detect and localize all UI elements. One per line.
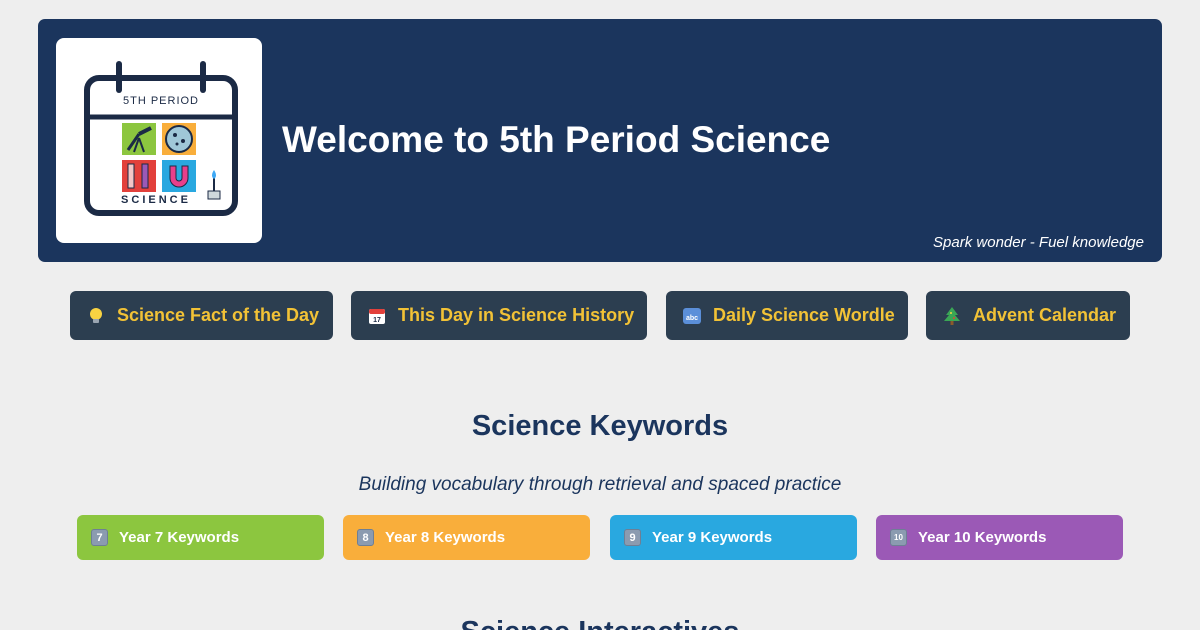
number-10-icon: 10	[890, 529, 907, 546]
calendar-icon: 17	[367, 306, 387, 326]
year-10-keywords-button[interactable]: 10 Year 10 Keywords	[876, 515, 1123, 560]
keywords-section-title: Science Keywords	[471, 410, 729, 442]
year-7-keywords-label: Year 7 Keywords	[119, 529, 240, 546]
calendar-logo-icon: 5TH PERIOD SCIENCE	[84, 61, 238, 216]
year-10-keywords-label: Year 10 Keywords	[918, 529, 1047, 546]
interactives-section-title: Science Interactives	[0, 616, 1200, 630]
page: 5TH PERIOD SCIENCE Welcome to 5th Period…	[0, 0, 1200, 630]
year-9-keywords-label: Year 9 Keywords	[652, 529, 773, 546]
fact-of-the-day-label: Science Fact of the Day	[117, 305, 320, 325]
science-history-label: This Day in Science History	[398, 305, 635, 325]
header-banner: 5TH PERIOD SCIENCE Welcome to 5th Period…	[38, 19, 1162, 262]
science-wordle-label: Daily Science Wordle	[713, 305, 895, 325]
tagline: Spark wonder - Fuel knowledge	[933, 234, 1144, 251]
abc-icon: abc	[682, 306, 702, 326]
number-9-icon: 9	[624, 529, 641, 546]
number-7-icon: 7	[91, 529, 108, 546]
svg-text:abc: abc	[686, 315, 698, 322]
fact-of-the-day-button[interactable]: Science Fact of the Day	[70, 291, 333, 340]
year-8-keywords-button[interactable]: 8 Year 8 Keywords	[343, 515, 590, 560]
svg-text:17: 17	[373, 317, 381, 324]
logo-bottom-text: SCIENCE	[121, 194, 191, 206]
keywords-section-subtitle: Building vocabulary through retrieval an…	[358, 474, 842, 495]
site-logo[interactable]: 5TH PERIOD SCIENCE	[56, 38, 262, 243]
science-history-button[interactable]: 17 This Day in Science History	[351, 291, 647, 340]
year-8-keywords-label: Year 8 Keywords	[385, 529, 506, 546]
logo-top-text: 5TH PERIOD	[123, 95, 199, 107]
page-title: Welcome to 5th Period Science	[282, 119, 831, 160]
lightbulb-icon	[86, 306, 106, 326]
number-8-icon: 8	[357, 529, 374, 546]
science-wordle-button[interactable]: abc Daily Science Wordle	[666, 291, 908, 340]
advent-calendar-label: Advent Calendar	[973, 305, 1117, 325]
year-9-keywords-button[interactable]: 9 Year 9 Keywords	[610, 515, 857, 560]
christmas-tree-icon	[942, 306, 962, 326]
year-7-keywords-button[interactable]: 7 Year 7 Keywords	[77, 515, 324, 560]
advent-calendar-button[interactable]: Advent Calendar	[926, 291, 1130, 340]
